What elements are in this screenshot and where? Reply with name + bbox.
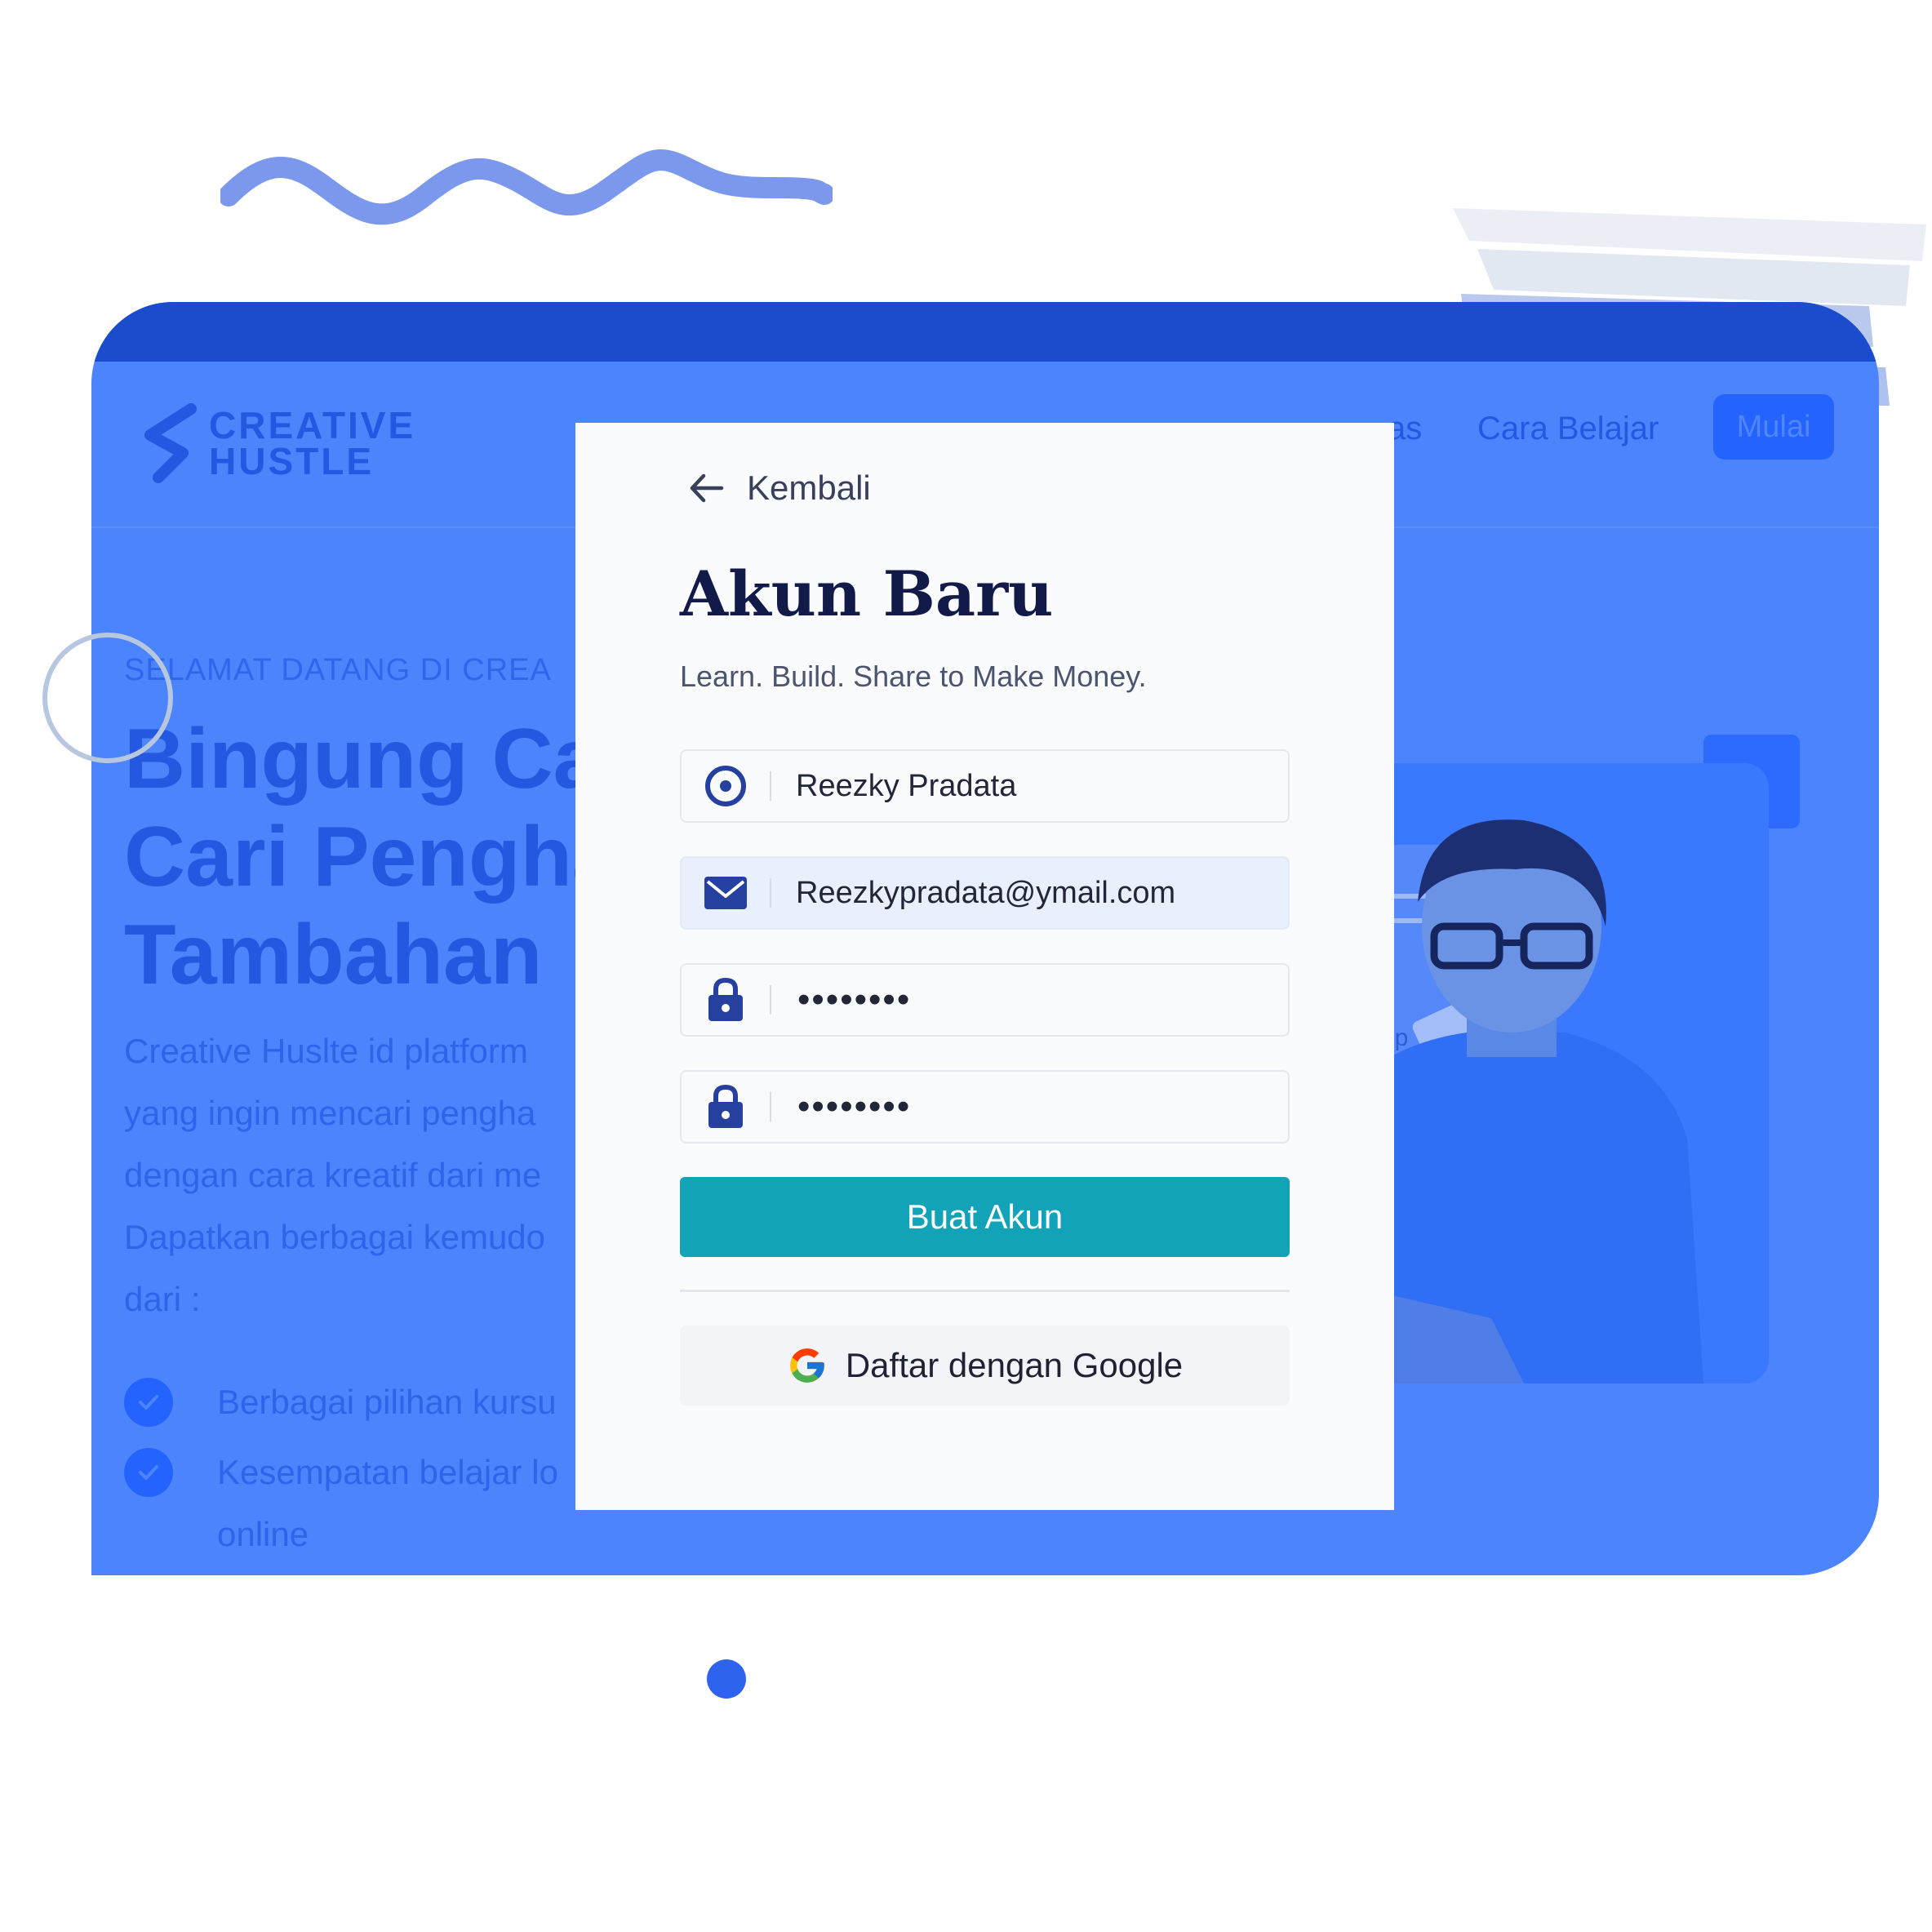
field-separator [770, 771, 771, 801]
brand-logo-icon [144, 403, 197, 483]
check-icon [124, 1448, 173, 1497]
divider [680, 1290, 1290, 1292]
arrow-left-icon [690, 473, 724, 503]
check-icon [124, 1378, 173, 1427]
create-account-button[interactable]: Buat Akun [680, 1177, 1290, 1257]
hero-title-line: Tambahan [124, 908, 543, 1002]
hero-eyebrow: SELAMAT DATANG DI CREA [124, 653, 552, 687]
hero-description-line: Creative Huslte id platform [124, 1032, 528, 1070]
back-button[interactable]: Kembali [686, 468, 871, 509]
mulai-button[interactable]: Mulai [1713, 394, 1834, 460]
name-value: Reezky Pradata [796, 768, 1017, 803]
lock-icon [682, 1084, 770, 1130]
hero-title: Bingung Ca Cari Pengha Tambahan [124, 710, 620, 1004]
hero-description-line: dari : [124, 1280, 201, 1318]
password-value: •••••••• [797, 979, 912, 1019]
hero-title-line: Cari Pengha [124, 810, 620, 904]
password-field[interactable]: •••••••• [680, 963, 1290, 1037]
brand-name: CREATIVE HUSTLE [209, 404, 416, 482]
modal-subtitle: Learn. Build. Share to Make Money. [680, 660, 1147, 693]
back-label: Kembali [747, 469, 871, 507]
google-icon [790, 1348, 824, 1383]
user-circle-icon [682, 764, 770, 808]
feature-text: Berbagai pilihan kursu [217, 1383, 557, 1421]
hero-title-line: Bingung Ca [124, 712, 601, 806]
brand-name-line1: CREATIVE [209, 404, 416, 446]
google-signup-label: Daftar dengan Google [845, 1346, 1184, 1384]
name-field[interactable]: Reezky Pradata [680, 749, 1290, 823]
hero-description-line: dengan cara kreatif dari me [124, 1156, 542, 1194]
hero-description: Creative Huslte id platform yang ingin m… [124, 1020, 545, 1330]
confirm-password-value: •••••••• [797, 1086, 912, 1126]
google-signup-button[interactable]: Daftar dengan Google [680, 1326, 1290, 1406]
email-field[interactable]: Reezkypradata@ymail.com [680, 856, 1290, 930]
feature-text: online [217, 1515, 309, 1553]
mail-icon [682, 875, 770, 911]
decorative-squiggle [220, 149, 833, 225]
signup-modal: Kembali Akun Baru Learn. Build. Share to… [575, 423, 1394, 1510]
hero-description-line: yang ingin mencari pengha [124, 1094, 536, 1132]
feature-text: Kesempatan belajar lo [217, 1453, 558, 1491]
feature-item: Kesempatan belajar lo online [124, 1441, 558, 1566]
email-value: Reezkypradata@ymail.com [796, 875, 1176, 910]
carousel-dot[interactable] [707, 1659, 746, 1699]
field-separator [770, 985, 771, 1015]
lock-icon [682, 977, 770, 1023]
feature-item: Berbagai pilihan kursu [124, 1371, 558, 1433]
hero-description-line: Dapatkan berbagai kemudo [124, 1218, 546, 1256]
browser-top-bar [91, 302, 1879, 362]
field-separator [770, 878, 771, 908]
field-separator [770, 1092, 771, 1121]
brand-logo[interactable]: CREATIVE HUSTLE [140, 402, 415, 484]
decorative-ring [42, 633, 173, 763]
brand-name-line2: HUSTLE [209, 440, 374, 482]
modal-title: Akun Baru [680, 557, 1054, 630]
confirm-password-field[interactable]: •••••••• [680, 1070, 1290, 1144]
feature-list: Berbagai pilihan kursu Kesempatan belaja… [124, 1371, 558, 1566]
nav-link-cara-belajar[interactable]: Cara Belajar [1477, 411, 1659, 447]
